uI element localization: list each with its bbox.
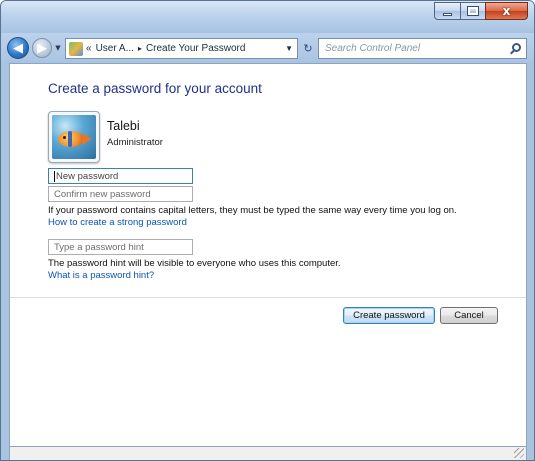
text-caret <box>54 171 55 182</box>
navigation-bar: ◀ ▶ ▼ « User A... ▸ Create Your Password… <box>1 33 534 63</box>
control-panel-icon <box>69 41 83 56</box>
refresh-icon: ↻ <box>303 42 313 55</box>
status-bar <box>9 447 527 460</box>
maximize-button[interactable] <box>460 2 485 20</box>
new-password-placeholder: New password <box>56 171 119 182</box>
chevron-down-icon: ▼ <box>55 44 61 52</box>
new-password-field[interactable]: New password <box>48 168 193 184</box>
user-role: Administrator <box>107 137 163 148</box>
capital-letters-note: If your password contains capital letter… <box>48 205 457 216</box>
close-button[interactable]: x <box>485 2 528 20</box>
confirm-password-field[interactable]: Confirm new password <box>48 186 193 202</box>
address-history-dropdown-icon[interactable]: ▼ <box>285 44 293 53</box>
cancel-button[interactable]: Cancel <box>440 307 498 324</box>
what-is-hint-link[interactable]: What is a password hint? <box>48 270 154 281</box>
search-input[interactable]: Search Control Panel <box>318 38 527 59</box>
minimize-button[interactable] <box>434 2 460 20</box>
breadcrumb-user-accounts[interactable]: User A... <box>96 43 134 54</box>
recent-pages-dropdown[interactable]: ▼ <box>54 43 62 53</box>
search-icon[interactable] <box>512 43 521 52</box>
maximize-icon <box>467 6 479 16</box>
refresh-button[interactable]: ↻ <box>299 38 317 59</box>
control-panel-window: x ◀ ▶ ▼ « User A... ▸ Create Your Passwo… <box>0 0 535 461</box>
page-title: Create a password for your account <box>48 81 262 96</box>
close-icon: x <box>502 4 511 18</box>
back-arrow-icon: ◀ <box>13 40 23 56</box>
forward-arrow-icon: ▶ <box>37 40 47 56</box>
title-bar[interactable]: x <box>1 1 534 33</box>
fish-picture-icon <box>52 115 96 159</box>
create-password-button[interactable]: Create password <box>343 307 435 324</box>
search-placeholder: Search Control Panel <box>325 43 421 54</box>
separator-line <box>10 297 526 298</box>
minimize-icon <box>443 12 452 16</box>
resize-grip-icon[interactable] <box>514 448 524 458</box>
breadcrumb-create-password[interactable]: Create Your Password <box>146 43 246 54</box>
password-hint-field[interactable]: Type a password hint <box>48 239 193 255</box>
address-bar[interactable]: « User A... ▸ Create Your Password ▼ <box>65 38 298 59</box>
caption-buttons: x <box>434 2 528 20</box>
user-name: Talebi <box>107 119 140 133</box>
user-avatar <box>48 111 100 163</box>
confirm-password-placeholder: Confirm new password <box>54 189 151 200</box>
back-button[interactable]: ◀ <box>7 37 29 59</box>
forward-button[interactable]: ▶ <box>32 38 52 58</box>
content-pane: Create a password for your account Taleb… <box>9 63 527 447</box>
strong-password-link[interactable]: How to create a strong password <box>48 217 187 228</box>
breadcrumb-separator-icon[interactable]: ▸ <box>138 44 142 53</box>
hint-visibility-note: The password hint will be visible to eve… <box>48 258 341 269</box>
breadcrumb-overflow[interactable]: « <box>86 43 92 54</box>
password-hint-placeholder: Type a password hint <box>54 242 144 253</box>
